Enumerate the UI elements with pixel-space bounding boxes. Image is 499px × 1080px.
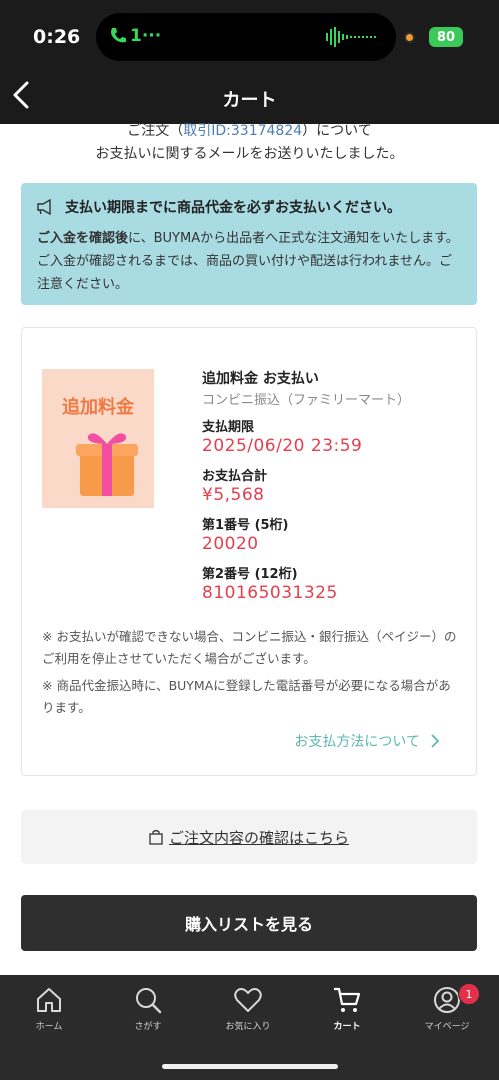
number2-label: 第2番号 (12桁) <box>202 567 298 582</box>
tab-home-label: ホーム <box>35 1022 63 1032</box>
payment-method-link[interactable]: お支払方法について <box>294 731 440 751</box>
megaphone-icon <box>37 199 51 215</box>
order-details-link[interactable]: ご注文内容の確認はこちら <box>21 810 477 864</box>
payment-method: コンビニ振込（ファミリーマート） <box>202 393 411 408</box>
top-bar: 0:26 1··· 80 カート <box>0 0 499 124</box>
total-label: お支払合計 <box>202 469 268 484</box>
home-indicator[interactable] <box>162 1064 338 1069</box>
chevron-right-icon <box>431 734 440 748</box>
transaction-id-link[interactable]: 取引ID:33174824 <box>183 123 302 139</box>
deadline-value: 2025/06/20 23:59 <box>202 436 363 456</box>
thumbnail-label: 追加料金 <box>62 397 134 418</box>
status-time: 0:26 <box>33 26 81 48</box>
home-icon <box>37 988 61 1012</box>
notification-badge: 1 <box>458 983 480 1005</box>
intro-suffix: ）について <box>302 123 372 139</box>
payment-title: 追加料金 お支払い <box>202 371 319 387</box>
tab-home[interactable]: ホーム <box>9 985 89 1032</box>
dynamic-island[interactable]: 1··· <box>96 13 396 61</box>
number2-value: 810165031325 <box>202 583 338 603</box>
order-details-label[interactable]: ご注文内容の確認はこちら <box>169 827 349 848</box>
user-icon <box>434 987 460 1013</box>
call-duration: 1··· <box>130 26 162 46</box>
gift-box-icon <box>76 433 138 496</box>
intro-line-2: お支払いに関するメールをお送りいたしました。 <box>95 146 404 162</box>
payment-notes: ※ お支払いが確認できない場合、コンビニ振込・銀行振込（ペイジー）のご利用を停止… <box>42 626 462 719</box>
intro-prefix: ご注文（ <box>127 123 184 139</box>
cart-icon <box>334 987 361 1012</box>
number1-value: 20020 <box>202 534 259 554</box>
tab-cart-label: カート <box>333 1022 361 1032</box>
note-1: ※ お支払いが確認できない場合、コンビニ振込・銀行振込（ペイジー）のご利用を停止… <box>42 629 457 666</box>
note-2: ※ 商品代金振込時に、BUYMAに登録した電話番号が必要になる場合があります。 <box>42 678 451 715</box>
order-intro: ご注文（取引ID:33174824）について お支払いに関するメールをお送りいた… <box>0 120 499 166</box>
view-purchase-list-button[interactable]: 購入リストを見る <box>21 895 477 951</box>
camera-indicator-icon <box>404 32 415 43</box>
notice-body-bold: ご入金を確認後 <box>37 231 129 246</box>
tab-search-label: さがす <box>134 1022 162 1032</box>
tab-cart[interactable]: カート <box>307 985 387 1032</box>
shopping-bag-icon <box>149 829 163 845</box>
payment-card: 追加料金 追加料金 お支払い コンビニ振込（ファミリーマート） 支払期限 202… <box>21 327 477 776</box>
phone-icon <box>111 28 126 43</box>
search-icon <box>136 988 162 1014</box>
tab-search[interactable]: さがす <box>108 985 188 1032</box>
page-title: カート <box>222 90 277 111</box>
payment-notice: 支払い期限までに商品代金を必ずお支払いください。 ご入金を確認後に、BUYMAか… <box>21 183 477 305</box>
tab-mypage-label: マイページ <box>424 1022 470 1032</box>
number1-label: 第1番号 (5桁) <box>202 518 289 533</box>
notice-heading: 支払い期限までに商品代金を必ずお支払いください。 <box>65 200 401 216</box>
heart-icon <box>234 988 262 1012</box>
total-value: ¥5,568 <box>202 485 265 505</box>
tab-favorites-label: お気に入り <box>225 1022 271 1032</box>
battery-icon: 80 <box>429 27 463 47</box>
audio-wave-icon <box>326 27 376 47</box>
surcharge-thumbnail: 追加料金 <box>42 369 154 508</box>
deadline-label: 支払期限 <box>202 420 255 435</box>
tab-favorites[interactable]: お気に入り <box>208 985 288 1032</box>
payment-method-link-label[interactable]: お支払方法について <box>294 731 420 751</box>
